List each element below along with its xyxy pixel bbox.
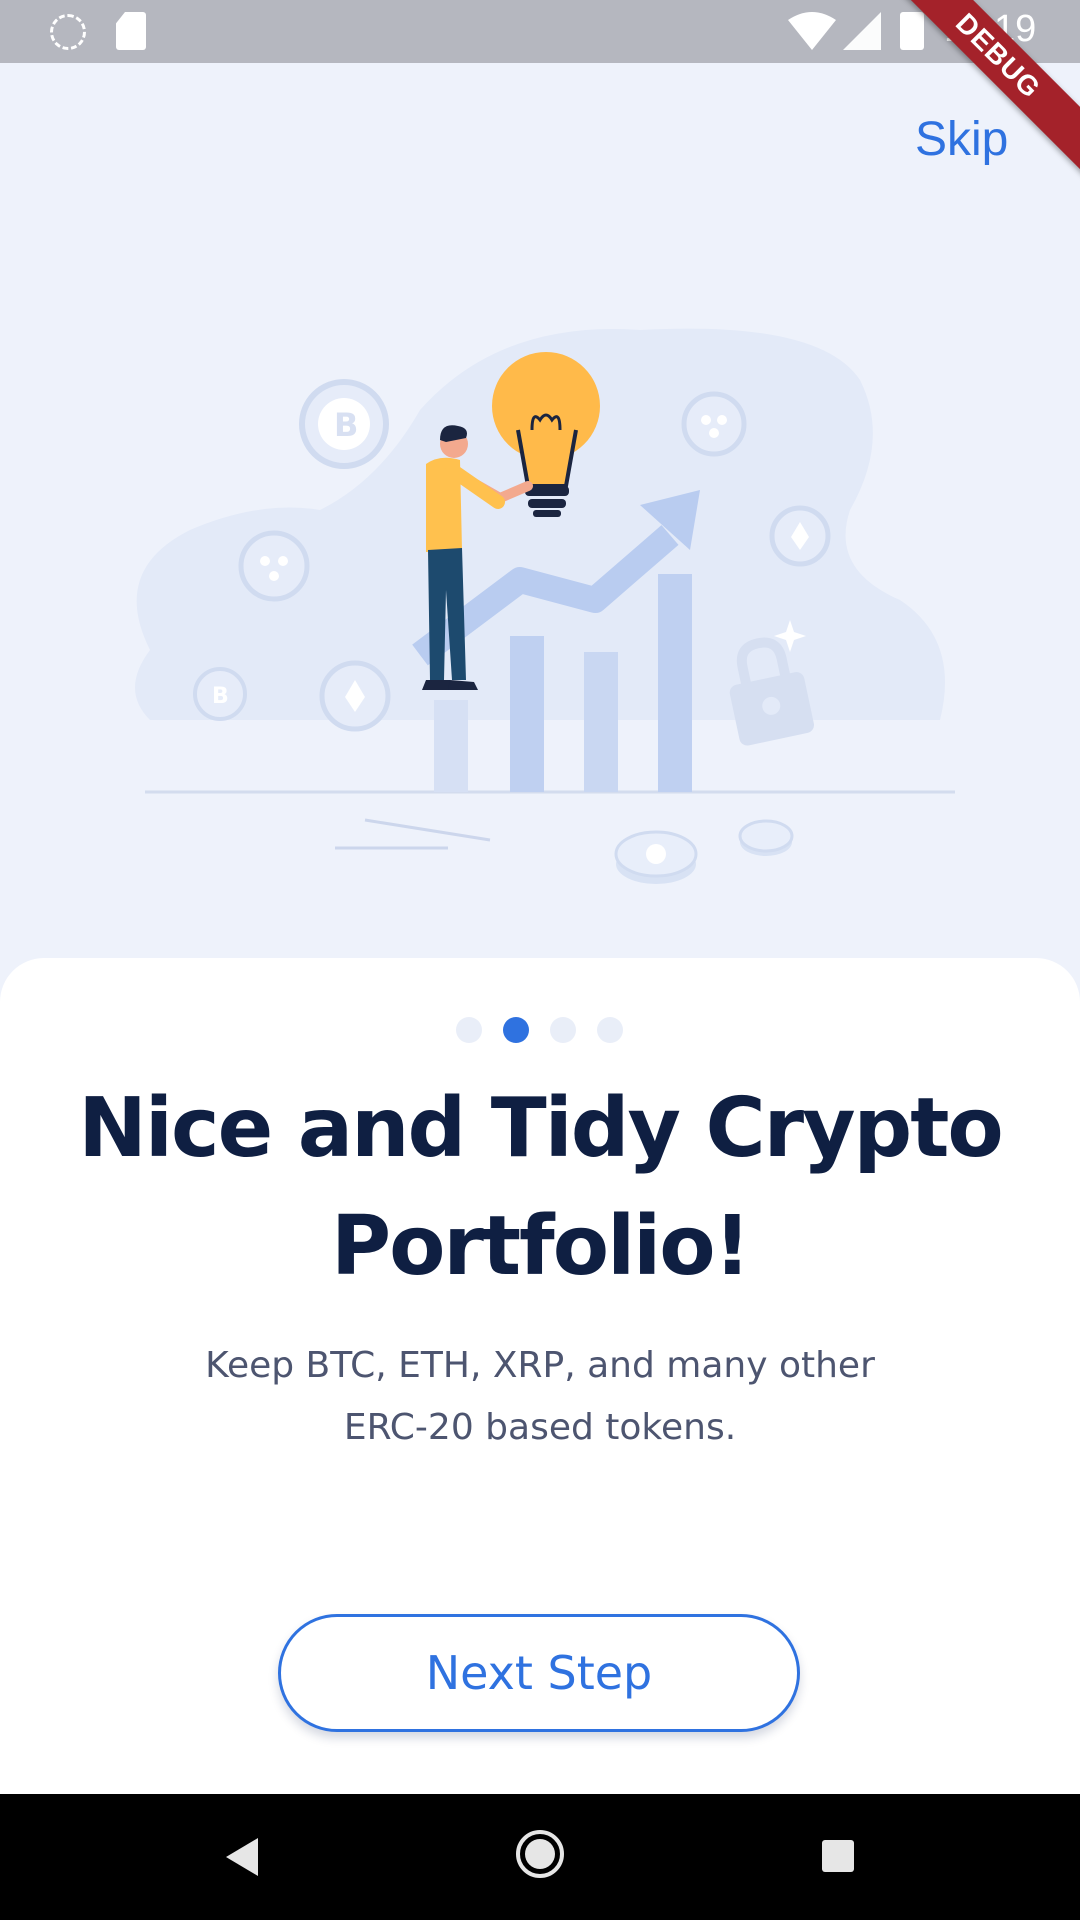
wifi-icon xyxy=(788,12,836,50)
page-indicator xyxy=(0,1017,1080,1045)
bar-3 xyxy=(584,652,618,792)
bitcoin-coin-icon: B xyxy=(193,667,247,721)
signal-icon xyxy=(843,12,881,50)
ripple-coin-icon xyxy=(238,530,310,602)
page-dot-3[interactable] xyxy=(550,1017,576,1043)
title-line-2: Portfolio! xyxy=(330,1199,751,1294)
onboarding-title: Nice and Tidy Crypto Portfolio! xyxy=(60,1070,1020,1306)
ethereum-coin-icon xyxy=(769,505,831,567)
subtitle-line-1: Keep BTC, ETH, XRP, and many other xyxy=(205,1345,875,1386)
home-icon[interactable] xyxy=(514,1828,566,1880)
onboarding-subtitle: Keep BTC, ETH, XRP, and many other ERC-2… xyxy=(180,1335,900,1459)
title-line-1: Nice and Tidy Crypto xyxy=(78,1081,1004,1176)
ripple-coin-icon xyxy=(738,819,794,856)
svg-text:B: B xyxy=(334,406,358,444)
bar-4 xyxy=(658,574,692,792)
bar-1 xyxy=(434,700,468,792)
sd-card-icon xyxy=(116,12,146,50)
system-nav-bar xyxy=(0,1794,1080,1920)
loading-icon xyxy=(50,14,86,50)
page-dot-2-active[interactable] xyxy=(503,1017,529,1043)
back-icon[interactable] xyxy=(222,1836,262,1878)
status-bar: 11:19 xyxy=(0,0,1080,63)
ethereum-coin-icon xyxy=(319,660,391,732)
svg-text:B: B xyxy=(212,684,229,709)
skip-button[interactable]: Skip xyxy=(915,112,1008,167)
bar-2 xyxy=(510,636,544,792)
next-step-button[interactable]: Next Step xyxy=(278,1614,800,1732)
bitcoin-coin-icon: B xyxy=(299,379,389,469)
subtitle-line-2: ERC-20 based tokens. xyxy=(343,1407,737,1448)
page-dot-1[interactable] xyxy=(456,1017,482,1043)
ripple-coin-icon xyxy=(681,391,747,457)
onboarding-illustration: B B xyxy=(135,328,955,884)
page-dot-4[interactable] xyxy=(597,1017,623,1043)
battery-icon xyxy=(900,12,924,50)
coin-stack-icon xyxy=(614,830,698,884)
recents-icon[interactable] xyxy=(822,1840,854,1872)
